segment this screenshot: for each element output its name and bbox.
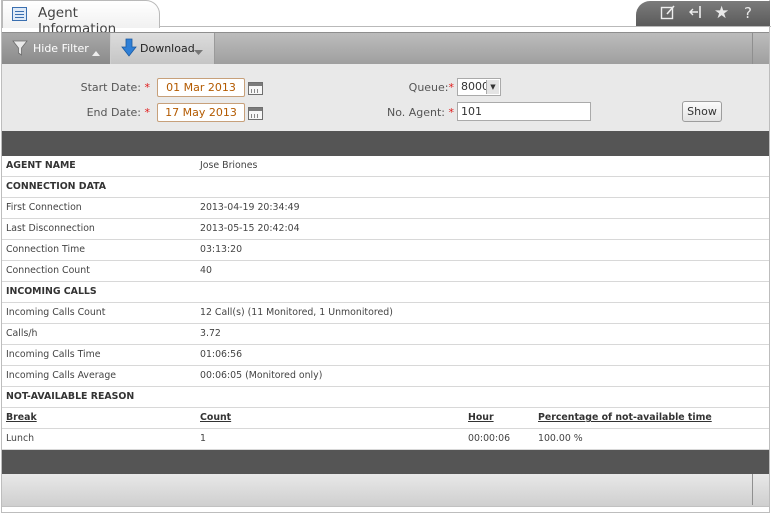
calendar-icon[interactable]: [248, 107, 263, 120]
calendar-icon[interactable]: [248, 82, 263, 95]
hide-filter-label: Hide Filter: [33, 42, 89, 55]
agent-name-label: AGENT NAME: [6, 160, 76, 171]
collapse-icon[interactable]: [688, 4, 704, 24]
row-label: Connection Count: [6, 265, 90, 276]
section-row: CONNECTION DATA: [2, 177, 769, 198]
row-label: Incoming Calls Average: [6, 370, 117, 381]
funnel-icon: [12, 40, 28, 59]
table-row: Incoming Calls Time 01:06:56: [2, 345, 769, 366]
hour-cell: 00:00:06: [468, 433, 511, 444]
row-label: Incoming Calls Count: [6, 307, 106, 318]
agent-input[interactable]: 101: [457, 102, 591, 121]
row-label: Last Disconnection: [6, 223, 95, 234]
col-header-percentage[interactable]: Percentage of not-available time: [538, 408, 712, 428]
row-value: 2013-04-19 20:34:49: [200, 202, 300, 213]
table-row: Connection Time 03:13:20: [2, 240, 769, 261]
row-value: 12 Call(s) (11 Monitored, 1 Unmonitored): [200, 307, 393, 318]
count-cell: 1: [200, 433, 206, 444]
title-bar: Agent Information ★ ?: [0, 0, 772, 37]
incoming-section-title: INCOMING CALLS: [6, 286, 97, 297]
row-value: 00:06:05 (Monitored only): [200, 370, 323, 381]
row-label: First Connection: [6, 202, 82, 213]
download-button[interactable]: Download: [111, 33, 215, 64]
col-header-break[interactable]: Break: [6, 408, 37, 428]
table-row: Connection Count 40: [2, 261, 769, 282]
start-date-label: Start Date: *: [80, 81, 150, 94]
window-tab: Agent Information: [2, 0, 160, 37]
download-label: Download: [140, 42, 195, 55]
footer-divider: [752, 474, 753, 505]
col-header-count[interactable]: Count: [200, 408, 231, 428]
end-date-input[interactable]: 17 May 2013: [157, 103, 245, 122]
table-row: Incoming Calls Average 00:06:05 (Monitor…: [2, 366, 769, 387]
connection-section-title: CONNECTION DATA: [6, 181, 107, 192]
filter-panel: Start Date: * 01 Mar 2013 End Date: * 17…: [2, 64, 769, 131]
end-date-label: End Date: *: [86, 106, 150, 119]
table-row: AGENT NAME Jose Briones: [2, 156, 769, 177]
start-date-input[interactable]: 01 Mar 2013: [157, 78, 245, 97]
row-value: 40: [200, 265, 212, 276]
agent-label: No. Agent: *: [386, 106, 454, 119]
section-row: NOT-AVAILABLE REASON: [2, 387, 769, 408]
window-tools: ★ ?: [636, 1, 770, 26]
table-row: First Connection 2013-04-19 20:34:49: [2, 198, 769, 219]
break-cell: Lunch: [6, 433, 35, 444]
show-button[interactable]: Show: [682, 101, 722, 122]
agent-info-table: AGENT NAME Jose Briones CONNECTION DATA …: [2, 156, 769, 450]
row-value: 01:06:56: [200, 349, 243, 360]
table-row: Calls/h 3.72: [2, 324, 769, 345]
dropdown-arrow-icon: ▼: [486, 80, 499, 94]
table-row: Lunch 1 00:00:06 100.00 %: [2, 429, 769, 450]
na-section-title: NOT-AVAILABLE REASON: [6, 391, 135, 402]
column-header-row: Break Count Hour Percentage of not-avail…: [2, 408, 769, 429]
row-label: Calls/h: [6, 328, 38, 339]
row-label: Incoming Calls Time: [6, 349, 101, 360]
download-arrow-icon: [120, 38, 138, 61]
hide-filter-button[interactable]: Hide Filter: [2, 33, 111, 64]
row-value: 03:13:20: [200, 244, 243, 255]
tab-divider: [159, 26, 771, 27]
row-value: 3.72: [200, 328, 221, 339]
table-icon: [12, 7, 27, 21]
queue-selected-value: 8000: [461, 80, 489, 93]
percentage-cell: 100.00 %: [538, 433, 583, 444]
toolbar: Hide Filter Download: [2, 32, 769, 64]
edit-icon[interactable]: [660, 4, 676, 24]
row-value: 2013-05-15 20:42:04: [200, 223, 300, 234]
header-band: [2, 131, 769, 156]
agent-name-value: Jose Briones: [200, 160, 258, 171]
row-label: Connection Time: [6, 244, 85, 255]
footer-band: [2, 450, 769, 474]
caret-up-icon: [92, 46, 100, 59]
footer-bar: [2, 474, 769, 507]
col-header-hour[interactable]: Hour: [468, 408, 494, 428]
caret-down-icon: [194, 46, 203, 59]
toolbar-divider: [752, 33, 753, 64]
queue-select[interactable]: 8000 ▼: [457, 78, 501, 96]
table-row: Last Disconnection 2013-05-15 20:42:04: [2, 219, 769, 240]
table-row: Incoming Calls Count 12 Call(s) (11 Moni…: [2, 303, 769, 324]
queue-label: Queue:*: [408, 81, 454, 94]
help-icon[interactable]: ?: [744, 4, 752, 22]
section-row: INCOMING CALLS: [2, 282, 769, 303]
star-icon[interactable]: ★: [714, 4, 729, 22]
